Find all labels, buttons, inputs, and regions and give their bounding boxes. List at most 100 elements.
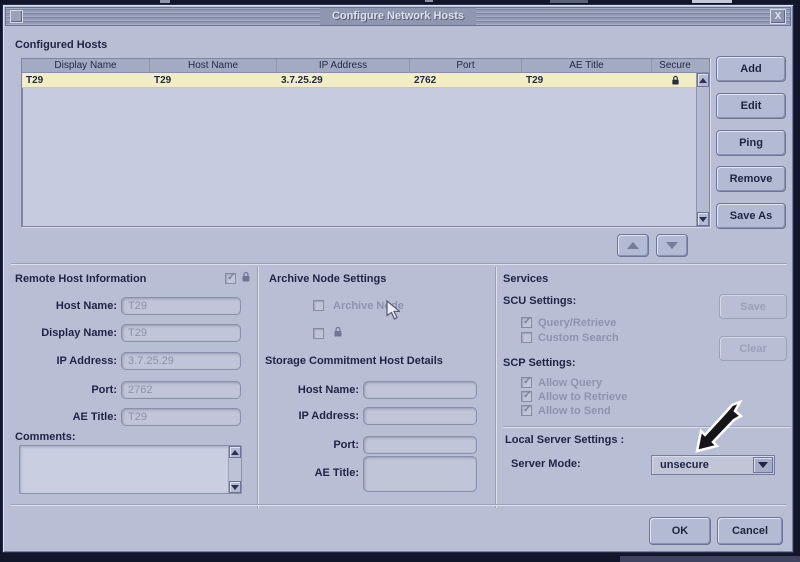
server-mode-label: Server Mode: [511, 458, 581, 470]
sc-host-name-field[interactable] [363, 381, 477, 399]
mouse-cursor-icon [386, 300, 400, 320]
divider [257, 267, 258, 508]
archive-node-settings-title: Archive Node Settings [269, 273, 386, 285]
sc-ip-address-label: IP Address: [259, 410, 359, 422]
lock-icon [671, 75, 680, 86]
lock-icon [333, 326, 343, 338]
divider [11, 263, 787, 264]
window-menu-icon[interactable] [10, 10, 23, 23]
sc-port-field[interactable] [363, 436, 477, 454]
cell-host-name: T29 [150, 73, 277, 87]
edit-button[interactable]: Edit [716, 93, 786, 119]
background-chrome-fragment [425, 0, 433, 2]
scp-settings-title: SCP Settings: [503, 357, 576, 369]
cancel-button[interactable]: Cancel [717, 517, 783, 545]
table-scrollbar[interactable] [696, 73, 709, 226]
column-header-port: Port [410, 59, 522, 72]
remove-button[interactable]: Remove [716, 166, 786, 192]
add-button[interactable]: Add [716, 56, 786, 82]
sc-ae-title-label: AE Title: [259, 467, 359, 479]
configure-network-hosts-dialog: Configure Network Hosts X Configured Hos… [2, 4, 794, 553]
ip-address-label: IP Address: [17, 355, 117, 367]
host-name-label: Host Name: [17, 300, 117, 312]
save-button[interactable]: Save [719, 294, 787, 319]
cell-secure [652, 73, 698, 87]
ae-title-field[interactable]: T29 [121, 408, 241, 426]
sc-port-label: Port: [259, 439, 359, 451]
scroll-down-button[interactable] [697, 212, 709, 226]
divider [495, 267, 496, 508]
sc-host-name-label: Host Name: [259, 384, 359, 396]
column-header-ae-title: AE Title [522, 59, 652, 72]
scu-settings-title: SCU Settings: [503, 295, 576, 307]
background-chrome-fragment [550, 0, 588, 3]
save-as-button[interactable]: Save As [716, 203, 786, 229]
cell-ae-title: T29 [522, 73, 652, 87]
port-field[interactable]: 2762 [121, 381, 241, 399]
allow-to-retrieve-checkbox[interactable] [521, 391, 532, 402]
port-label: Port: [17, 384, 117, 396]
query-retrieve-label: Query/Retrieve [538, 317, 616, 329]
scroll-down-icon [231, 485, 239, 490]
server-mode-dropdown[interactable]: unsecure [651, 455, 775, 475]
background-chrome-fragment [160, 0, 170, 3]
remote-host-info-title: Remote Host Information [15, 273, 146, 285]
lock-icon [241, 271, 251, 283]
query-retrieve-checkbox[interactable] [521, 317, 532, 328]
title-bar[interactable]: Configure Network Hosts X [5, 7, 791, 26]
table-row[interactable]: T29 T29 3.7.25.29 2762 T29 [22, 73, 709, 88]
column-header-secure: Secure [652, 59, 698, 72]
scroll-up-icon [231, 450, 239, 455]
move-down-button[interactable] [656, 234, 688, 257]
configured-hosts-label: Configured Hosts [15, 39, 107, 51]
comments-textarea[interactable] [19, 445, 242, 494]
table-header: Display Name Host Name IP Address Port A… [22, 59, 709, 73]
configured-hosts-table: Display Name Host Name IP Address Port A… [21, 58, 710, 227]
clear-button[interactable]: Clear [719, 336, 787, 361]
column-header-display-name: Display Name [22, 59, 150, 72]
scroll-down-icon [699, 217, 707, 222]
remote-host-lock-checkbox[interactable] [225, 273, 236, 284]
sc-ip-address-field[interactable] [363, 407, 477, 425]
archive-lock-checkbox[interactable] [313, 328, 324, 339]
column-header-ip-address: IP Address [277, 59, 410, 72]
storage-commitment-title: Storage Commitment Host Details [265, 355, 443, 367]
comments-label: Comments: [15, 431, 76, 443]
window-title: Configure Network Hosts [320, 8, 476, 25]
archive-node-checkbox[interactable] [313, 300, 324, 311]
ae-title-label: AE Title: [17, 411, 117, 423]
cell-ip-address: 3.7.25.29 [277, 73, 410, 87]
cell-port: 2762 [410, 73, 522, 87]
ip-address-field[interactable]: 3.7.25.29 [121, 352, 241, 370]
display-name-field[interactable]: T29 [121, 324, 241, 342]
custom-search-checkbox[interactable] [521, 332, 532, 343]
scroll-up-button[interactable] [697, 73, 709, 87]
arrow-up-icon [627, 242, 639, 249]
allow-query-checkbox[interactable] [521, 377, 532, 388]
scroll-down-button[interactable] [229, 481, 241, 493]
comments-scrollbar[interactable] [228, 446, 241, 493]
sc-ae-title-field[interactable] [363, 456, 477, 492]
allow-query-label: Allow Query [538, 377, 602, 389]
local-server-settings-title: Local Server Settings : [505, 434, 624, 446]
chevron-down-icon [758, 462, 768, 468]
ok-button[interactable]: OK [649, 517, 711, 545]
allow-to-send-checkbox[interactable] [521, 405, 532, 416]
ping-button[interactable]: Ping [716, 130, 786, 156]
cell-display-name: T29 [22, 73, 150, 87]
column-header-host-name: Host Name [150, 59, 277, 72]
arrow-down-icon [666, 242, 678, 249]
allow-to-send-label: Allow to Send [538, 405, 611, 417]
host-name-field[interactable]: T29 [121, 297, 241, 315]
services-title: Services [503, 273, 548, 285]
custom-search-label: Custom Search [538, 332, 619, 344]
dropdown-button[interactable] [753, 457, 773, 473]
close-icon[interactable]: X [770, 9, 786, 24]
scroll-up-icon [699, 78, 707, 83]
display-name-label: Display Name: [17, 327, 117, 339]
scroll-up-button[interactable] [229, 446, 241, 458]
annotation-arrow-icon [655, 399, 750, 454]
divider [11, 504, 787, 505]
move-up-button[interactable] [617, 234, 649, 257]
background-chrome-fragment [620, 556, 800, 562]
